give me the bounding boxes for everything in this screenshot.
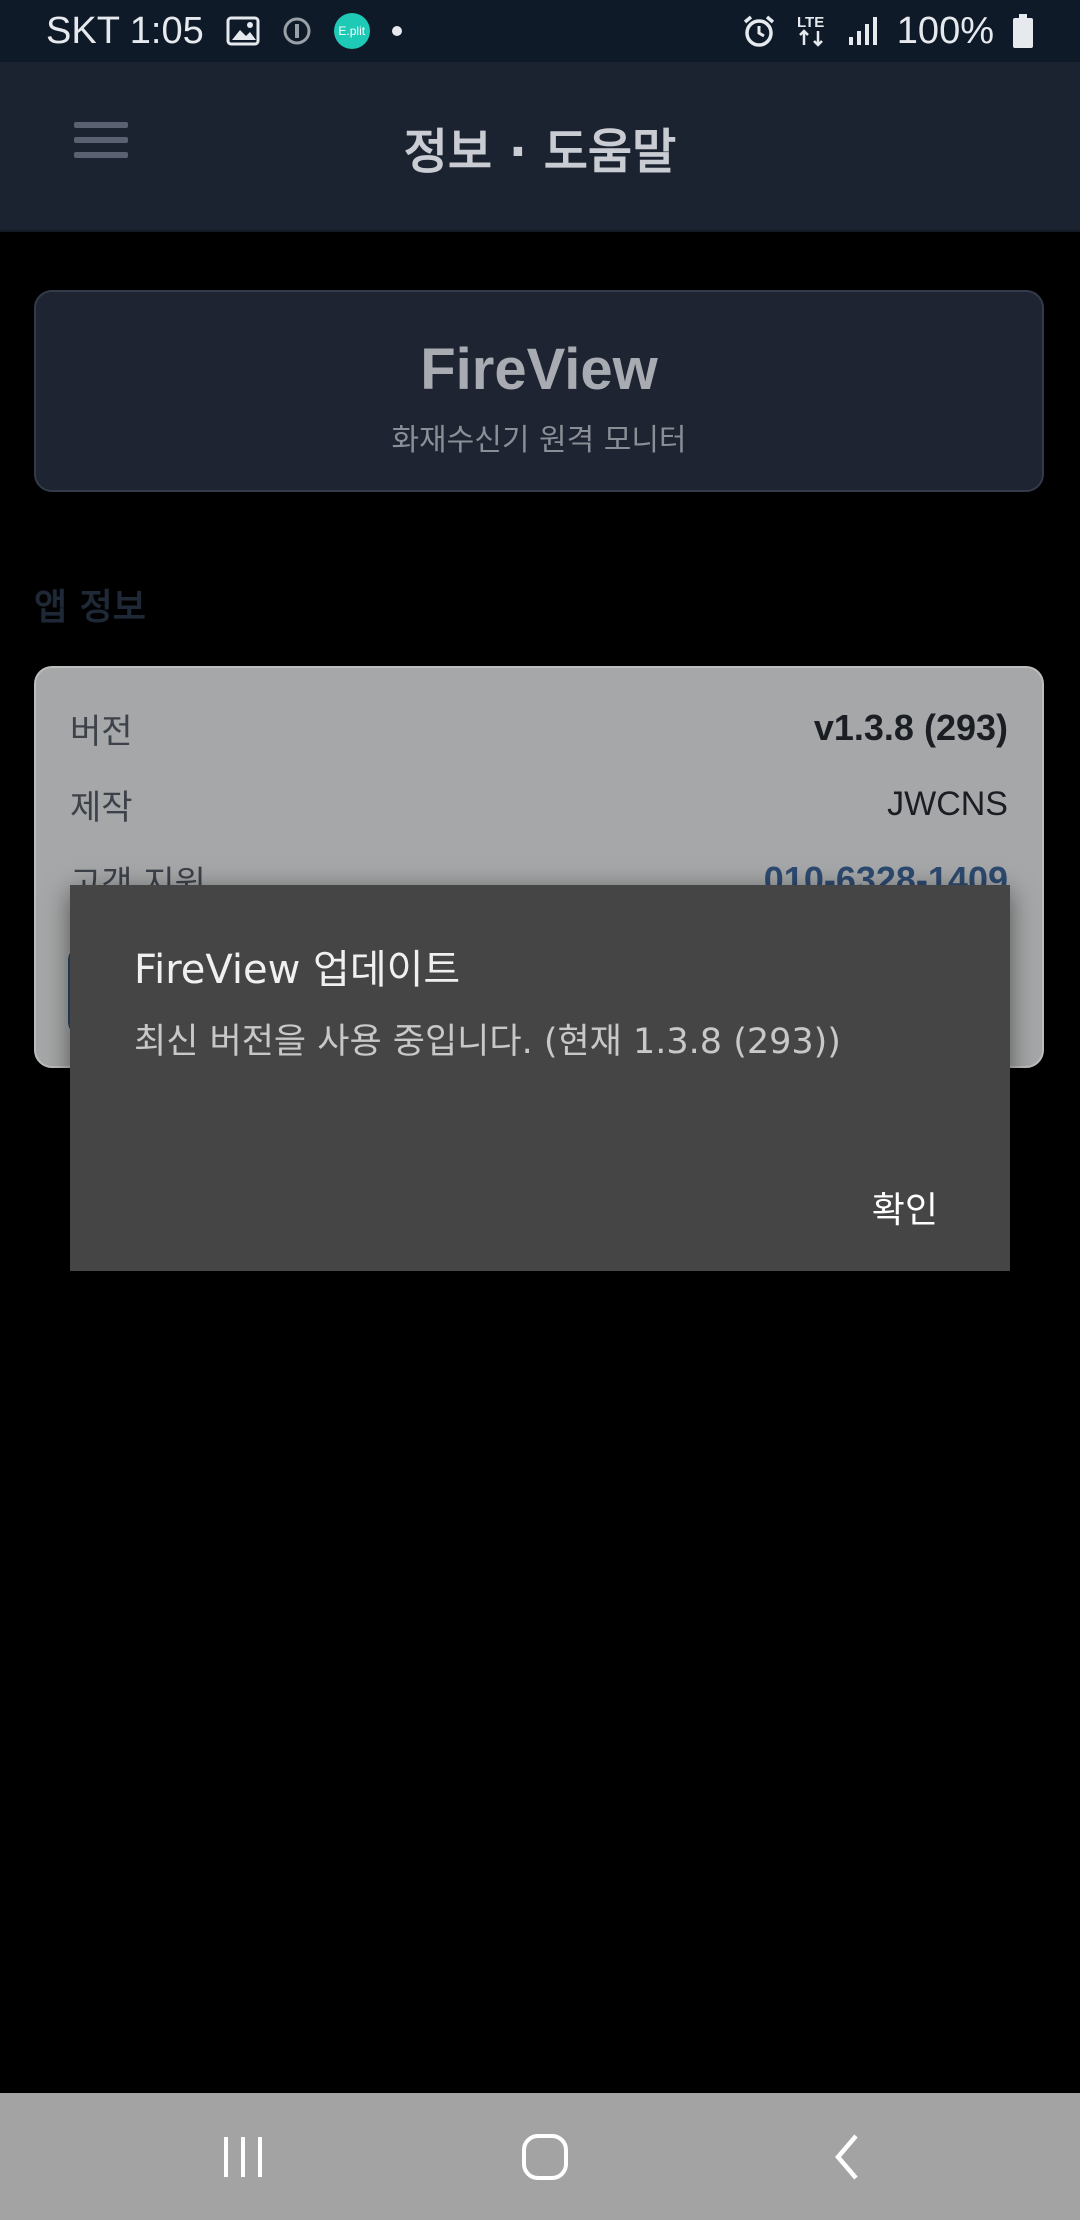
info-circle-icon	[282, 16, 312, 46]
status-bar: SKT 1:05 E.plit LTE 100%	[0, 0, 1080, 62]
version-value: v1.3.8 (293)	[813, 707, 1008, 748]
carrier-time: SKT 1:05	[46, 9, 204, 52]
version-label: 버전	[70, 711, 133, 752]
info-row-maker: 제작 JWCNS	[70, 774, 1008, 834]
svg-text:LTE: LTE	[797, 14, 824, 31]
image-icon	[226, 16, 260, 46]
app-name: FireView	[420, 337, 658, 402]
dialog-message: 최신 버전을 사용 중입니다. (현재 1.3.8 (293))	[134, 1022, 841, 1062]
update-dialog: FireView 업데이트 최신 버전을 사용 중입니다. (현재 1.3.8 …	[70, 885, 1010, 1271]
lte-icon: LTE	[795, 11, 829, 51]
eplit-app-icon: E.plit	[333, 13, 370, 49]
page-title: 정보 · 도움말	[403, 124, 677, 180]
back-icon[interactable]	[788, 2093, 908, 2220]
app-subtitle: 화재수신기 원격 모니터	[391, 423, 687, 458]
system-nav-bar	[0, 2093, 1080, 2220]
section-title-app-info: 앱 정보	[34, 587, 146, 628]
battery-icon	[1012, 13, 1034, 49]
dialog-title: FireView 업데이트	[134, 947, 461, 993]
signal-icon	[847, 15, 879, 47]
battery-percent: 100%	[896, 9, 994, 52]
notification-dot	[391, 26, 402, 36]
info-row-version: 버전 v1.3.8 (293)	[70, 698, 1008, 758]
maker-label: 제작	[70, 787, 133, 828]
home-icon[interactable]	[485, 2093, 605, 2220]
ok-button[interactable]: 확인	[872, 1181, 938, 1233]
app-header-card: FireView 화재수신기 원격 모니터	[34, 290, 1044, 492]
alarm-icon	[741, 13, 777, 49]
maker-value: JWCNS	[887, 784, 1008, 823]
app-bar: 정보 · 도움말	[0, 62, 1080, 232]
recent-apps-icon[interactable]	[183, 2093, 303, 2220]
